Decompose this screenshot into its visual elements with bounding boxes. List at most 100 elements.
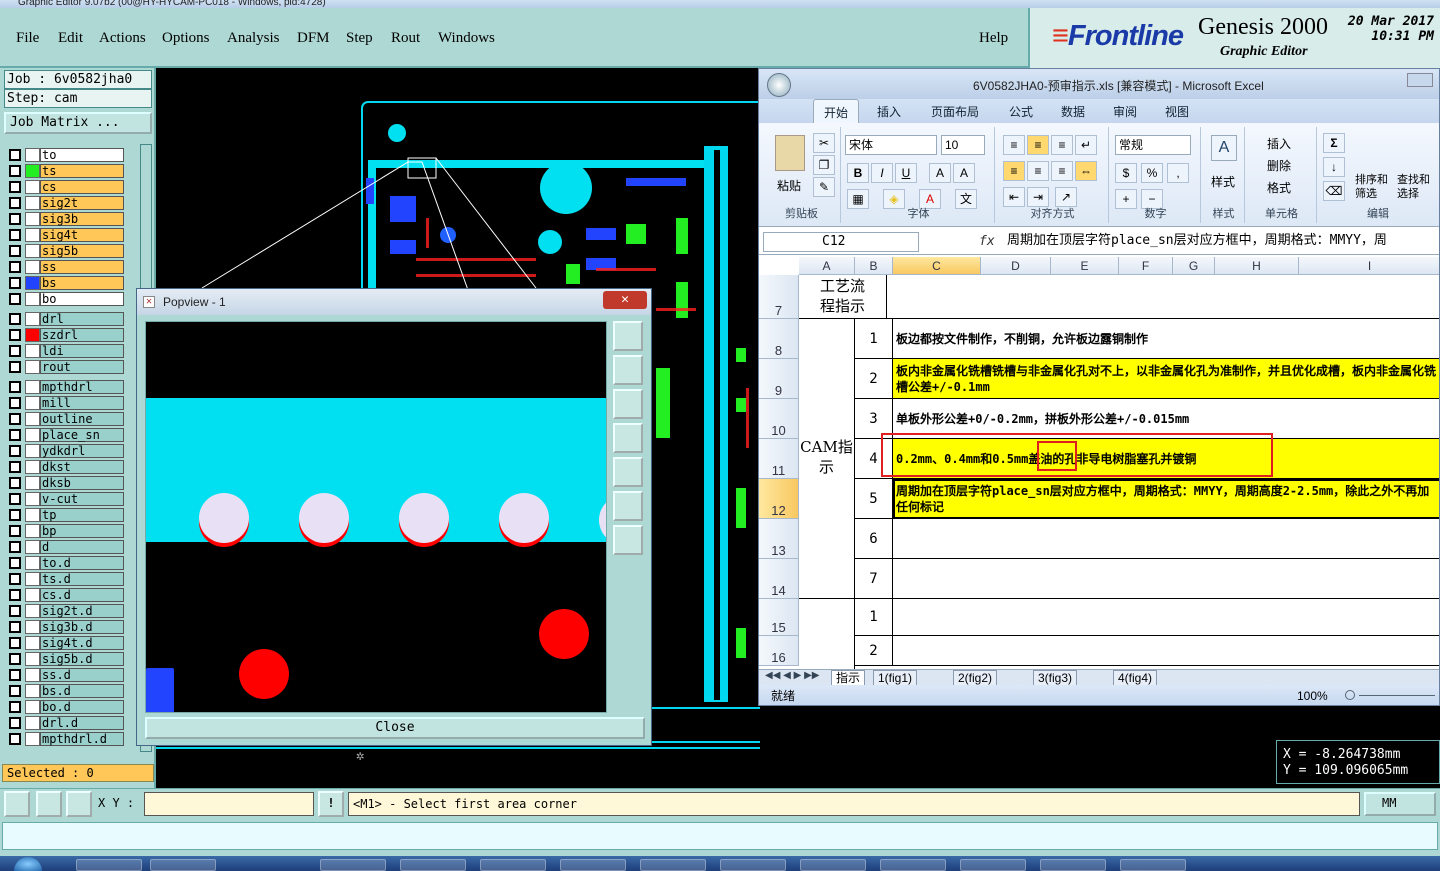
layer-name[interactable]: ydkdrl: [40, 444, 124, 458]
layer-color-swatch[interactable]: [25, 428, 40, 442]
layer-name[interactable]: sig5b.d: [40, 652, 124, 666]
cut-icon[interactable]: ✂: [813, 133, 835, 153]
formula-input[interactable]: 周期加在顶层字符place_sn层对应方框中，周期格式：MMYY，周: [1007, 232, 1437, 252]
layer-row-mill[interactable]: mill: [6, 396, 124, 410]
layer-row-v-cut[interactable]: v-cut: [6, 492, 124, 506]
layer-checkbox[interactable]: [9, 345, 21, 357]
layer-row-mpthdrl[interactable]: mpthdrl: [6, 380, 124, 394]
layer-color-swatch[interactable]: [25, 636, 40, 650]
layer-color-swatch[interactable]: [25, 684, 40, 698]
layer-checkbox[interactable]: [9, 229, 21, 241]
align-right-icon[interactable]: ≡: [1051, 161, 1073, 181]
layer-row-outline[interactable]: outline: [6, 412, 124, 426]
layer-row-sig3b.d[interactable]: sig3b.d: [6, 620, 124, 634]
layer-row-dksb[interactable]: dksb: [6, 476, 124, 490]
menu-file[interactable]: File: [16, 30, 39, 47]
row-header[interactable]: 9: [759, 359, 799, 399]
align-middle-icon[interactable]: ≡: [1027, 135, 1049, 155]
row-header[interactable]: 13: [759, 519, 799, 559]
column-header[interactable]: C: [893, 257, 981, 275]
layer-name[interactable]: ts.d: [40, 572, 124, 586]
layer-row-ts.d[interactable]: ts.d: [6, 572, 124, 586]
layer-checkbox[interactable]: [9, 461, 21, 473]
minimize-icon[interactable]: [1407, 73, 1433, 87]
layer-name[interactable]: bo: [40, 292, 124, 306]
layer-name[interactable]: place_sn: [40, 428, 124, 442]
layer-checkbox[interactable]: [9, 525, 21, 537]
job-matrix-button[interactable]: Job Matrix ...: [4, 112, 152, 134]
layer-checkbox[interactable]: [9, 397, 21, 409]
layer-checkbox[interactable]: [9, 653, 21, 665]
layer-checkbox[interactable]: [9, 557, 21, 569]
layer-row-bo[interactable]: bo: [6, 292, 124, 306]
zoom-out-button[interactable]: [1345, 690, 1355, 700]
instruction-cell[interactable]: 板内非金属化铣槽铣槽与非金属化孔对不上，以非金属化孔为准制作，并且优化成槽，板内…: [893, 359, 1439, 399]
layer-name[interactable]: sig4t: [40, 228, 124, 242]
merge-center-icon[interactable]: ⇔: [1075, 161, 1097, 181]
layer-name[interactable]: outline: [40, 412, 124, 426]
layer-row-sig4t.d[interactable]: sig4t.d: [6, 636, 124, 650]
layer-checkbox[interactable]: [9, 445, 21, 457]
layer-row-sig5b[interactable]: sig5b: [6, 244, 124, 258]
taskbar-item[interactable]: [480, 859, 546, 871]
layer-checkbox[interactable]: [9, 493, 21, 505]
tab-data[interactable]: 数据: [1061, 103, 1085, 120]
popview-close-x-button[interactable]: ✕: [603, 291, 647, 309]
autosum-icon[interactable]: Σ: [1323, 133, 1345, 153]
layer-name[interactable]: tp: [40, 508, 124, 522]
tab-review[interactable]: 审阅: [1113, 103, 1137, 120]
layer-checkbox[interactable]: [9, 605, 21, 617]
layer-name[interactable]: rout: [40, 360, 124, 374]
layer-name[interactable]: ldi: [40, 344, 124, 358]
row-header[interactable]: 11: [759, 439, 799, 479]
font-name-select[interactable]: 宋体: [845, 135, 937, 155]
layer-color-swatch[interactable]: [25, 260, 40, 274]
layer-row-dkst[interactable]: dkst: [6, 460, 124, 474]
item-number[interactable]: 2: [855, 636, 893, 666]
item-number[interactable]: 2: [855, 359, 893, 399]
taskbar-item[interactable]: [76, 859, 142, 871]
layer-row-cs.d[interactable]: cs.d: [6, 588, 124, 602]
layer-checkbox[interactable]: [9, 165, 21, 177]
section-label-cam[interactable]: CAM指示: [799, 319, 855, 599]
layer-checkbox[interactable]: [9, 685, 21, 697]
layer-color-swatch[interactable]: [25, 276, 40, 290]
row-header[interactable]: 10: [759, 399, 799, 439]
pan-down-icon[interactable]: [613, 389, 643, 419]
menu-rout[interactable]: Rout: [391, 30, 420, 47]
format-cells-button[interactable]: 格式: [1267, 179, 1291, 196]
column-header[interactable]: E: [1051, 257, 1119, 275]
layer-color-swatch[interactable]: [25, 212, 40, 226]
item-number[interactable]: 1: [855, 319, 893, 359]
layer-color-swatch[interactable]: [25, 292, 40, 306]
layer-color-swatch[interactable]: [25, 312, 40, 326]
layer-row-ldi[interactable]: ldi: [6, 344, 124, 358]
layer-name[interactable]: to: [40, 148, 124, 162]
layer-color-swatch[interactable]: [25, 732, 40, 746]
layer-checkbox[interactable]: [9, 313, 21, 325]
indent-decrease-icon[interactable]: ⇤: [1003, 187, 1025, 207]
format-painter-icon[interactable]: ✎: [813, 177, 835, 197]
table-cell[interactable]: [799, 599, 855, 669]
layer-color-swatch[interactable]: [25, 700, 40, 714]
layer-name[interactable]: sig3b: [40, 212, 124, 226]
layer-name[interactable]: bo.d: [40, 700, 124, 714]
units-select[interactable]: MM: [1364, 792, 1436, 816]
layer-color-swatch[interactable]: [25, 228, 40, 242]
layer-color-swatch[interactable]: [25, 540, 40, 554]
layer-color-swatch[interactable]: [25, 508, 40, 522]
layer-color-swatch[interactable]: [25, 412, 40, 426]
layer-checkbox[interactable]: [9, 277, 21, 289]
zoom-in-icon[interactable]: [613, 321, 643, 351]
table-cell[interactable]: [887, 275, 1439, 319]
tab-view[interactable]: 视图: [1165, 103, 1189, 120]
layer-checkbox[interactable]: [9, 329, 21, 341]
column-header[interactable]: A: [799, 257, 855, 275]
layer-row-sig2t[interactable]: sig2t: [6, 196, 124, 210]
layer-checkbox[interactable]: [9, 701, 21, 713]
layer-checkbox[interactable]: [9, 477, 21, 489]
align-bottom-icon[interactable]: ≡: [1051, 135, 1073, 155]
layer-checkbox[interactable]: [9, 733, 21, 745]
office-button-icon[interactable]: [767, 73, 791, 97]
layer-color-swatch[interactable]: [25, 148, 40, 162]
